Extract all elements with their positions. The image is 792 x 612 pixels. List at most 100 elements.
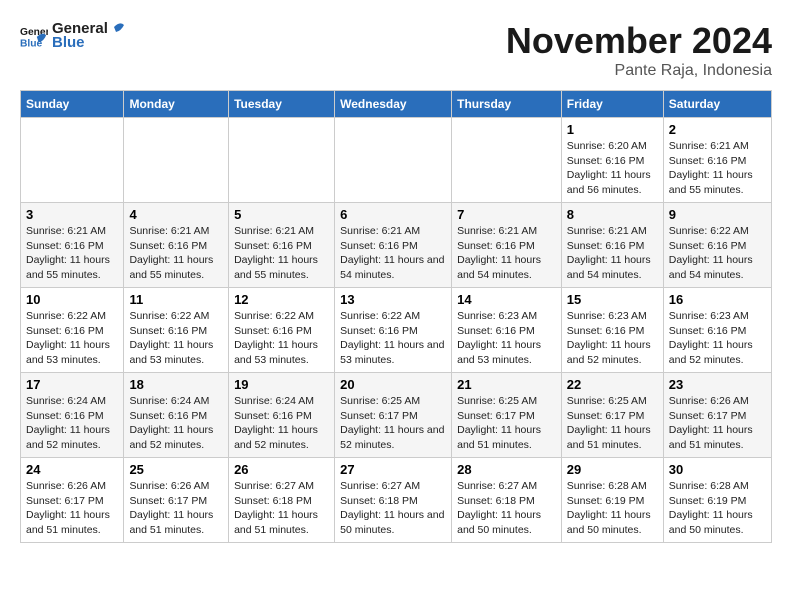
day-number: 11 — [129, 292, 223, 307]
day-number: 23 — [669, 377, 766, 392]
title-area: November 2024 Pante Raja, Indonesia — [506, 20, 772, 80]
day-info: Sunrise: 6:22 AM Sunset: 6:16 PM Dayligh… — [26, 309, 118, 368]
day-info: Sunrise: 6:23 AM Sunset: 6:16 PM Dayligh… — [457, 309, 556, 368]
day-info: Sunrise: 6:22 AM Sunset: 6:16 PM Dayligh… — [234, 309, 329, 368]
day-number: 10 — [26, 292, 118, 307]
day-info: Sunrise: 6:22 AM Sunset: 6:16 PM Dayligh… — [129, 309, 223, 368]
calendar-cell: 8 Sunrise: 6:21 AM Sunset: 6:16 PM Daylig… — [561, 203, 663, 288]
day-info: Sunrise: 6:25 AM Sunset: 6:17 PM Dayligh… — [567, 394, 658, 453]
day-info: Sunrise: 6:27 AM Sunset: 6:18 PM Dayligh… — [234, 479, 329, 538]
day-info: Sunrise: 6:24 AM Sunset: 6:16 PM Dayligh… — [129, 394, 223, 453]
logo-icon: General Blue — [20, 22, 48, 50]
day-number: 28 — [457, 462, 556, 477]
day-number: 24 — [26, 462, 118, 477]
calendar-cell: 27Sunrise: 6:27 AM Sunset: 6:18 PM Dayli… — [335, 458, 452, 543]
day-info: Sunrise: 6:23 AM Sunset: 6:16 PM Dayligh… — [669, 309, 766, 368]
day-info: Sunrise: 6:28 AM Sunset: 6:19 PM Dayligh… — [567, 479, 658, 538]
calendar-cell: 16Sunrise: 6:23 AM Sunset: 6:16 PM Dayli… — [663, 288, 771, 373]
calendar-cell: 14 Sunrise: 6:23 AM Sunset: 6:16 PM Dayli… — [452, 288, 562, 373]
day-info: Sunrise: 6:22 AM Sunset: 6:16 PM Dayligh… — [340, 309, 446, 368]
day-number: 1 — [567, 122, 658, 137]
calendar-cell: 30 Sunrise: 6:28 AM Sunset: 6:19 PM Dayli… — [663, 458, 771, 543]
day-info: Sunrise: 6:20 AM Sunset: 6:16 PM Dayligh… — [567, 139, 658, 198]
day-info: Sunrise: 6:22 AM Sunset: 6:16 PM Dayligh… — [669, 224, 766, 283]
day-info: Sunrise: 6:26 AM Sunset: 6:17 PM Dayligh… — [669, 394, 766, 453]
day-info: Sunrise: 6:24 AM Sunset: 6:16 PM Dayligh… — [26, 394, 118, 453]
day-number: 19 — [234, 377, 329, 392]
day-number: 29 — [567, 462, 658, 477]
calendar-cell: 7Sunrise: 6:21 AM Sunset: 6:16 PM Daylig… — [452, 203, 562, 288]
day-number: 21 — [457, 377, 556, 392]
calendar-cell: 25 Sunrise: 6:26 AM Sunset: 6:17 PM Dayli… — [124, 458, 229, 543]
calendar-cell: 3 Sunrise: 6:21 AM Sunset: 6:16 PM Daylig… — [21, 203, 124, 288]
calendar-cell: 22Sunrise: 6:25 AM Sunset: 6:17 PM Dayli… — [561, 373, 663, 458]
calendar-week-row: 3 Sunrise: 6:21 AM Sunset: 6:16 PM Daylig… — [21, 203, 772, 288]
day-number: 30 — [669, 462, 766, 477]
calendar-table: SundayMondayTuesdayWednesdayThursdayFrid… — [20, 90, 772, 543]
day-info: Sunrise: 6:21 AM Sunset: 6:16 PM Dayligh… — [669, 139, 766, 198]
calendar-cell: 15 Sunrise: 6:23 AM Sunset: 6:16 PM Dayli… — [561, 288, 663, 373]
page-header: General Blue General Blue November 2024 … — [20, 20, 772, 80]
calendar-cell: 9 Sunrise: 6:22 AM Sunset: 6:16 PM Daylig… — [663, 203, 771, 288]
day-number: 27 — [340, 462, 446, 477]
day-info: Sunrise: 6:26 AM Sunset: 6:17 PM Dayligh… — [129, 479, 223, 538]
calendar-cell: 13 Sunrise: 6:22 AM Sunset: 6:16 PM Dayli… — [335, 288, 452, 373]
weekday-header-sunday: Sunday — [21, 91, 124, 118]
calendar-cell: 2 Sunrise: 6:21 AM Sunset: 6:16 PM Daylig… — [663, 118, 771, 203]
day-number: 14 — [457, 292, 556, 307]
day-number: 9 — [669, 207, 766, 222]
calendar-cell: 19 Sunrise: 6:24 AM Sunset: 6:16 PM Dayli… — [229, 373, 335, 458]
day-info: Sunrise: 6:25 AM Sunset: 6:17 PM Dayligh… — [457, 394, 556, 453]
calendar-cell: 5Sunrise: 6:21 AM Sunset: 6:16 PM Daylig… — [229, 203, 335, 288]
weekday-header-monday: Monday — [124, 91, 229, 118]
day-info: Sunrise: 6:21 AM Sunset: 6:16 PM Dayligh… — [234, 224, 329, 283]
day-info: Sunrise: 6:21 AM Sunset: 6:16 PM Dayligh… — [129, 224, 223, 283]
day-number: 3 — [26, 207, 118, 222]
day-number: 8 — [567, 207, 658, 222]
logo: General Blue General Blue — [20, 20, 126, 51]
day-info: Sunrise: 6:26 AM Sunset: 6:17 PM Dayligh… — [26, 479, 118, 538]
svg-text:Blue: Blue — [20, 38, 43, 49]
calendar-cell — [124, 118, 229, 203]
calendar-cell: 24 Sunrise: 6:26 AM Sunset: 6:17 PM Dayli… — [21, 458, 124, 543]
day-info: Sunrise: 6:21 AM Sunset: 6:16 PM Dayligh… — [567, 224, 658, 283]
day-info: Sunrise: 6:23 AM Sunset: 6:16 PM Dayligh… — [567, 309, 658, 368]
day-number: 18 — [129, 377, 223, 392]
day-number: 20 — [340, 377, 446, 392]
calendar-cell — [335, 118, 452, 203]
weekday-header-thursday: Thursday — [452, 91, 562, 118]
day-info: Sunrise: 6:25 AM Sunset: 6:17 PM Dayligh… — [340, 394, 446, 453]
page-title: November 2024 — [506, 20, 772, 62]
weekday-header-wednesday: Wednesday — [335, 91, 452, 118]
calendar-cell: 21 Sunrise: 6:25 AM Sunset: 6:17 PM Dayli… — [452, 373, 562, 458]
day-number: 6 — [340, 207, 446, 222]
calendar-cell: 18 Sunrise: 6:24 AM Sunset: 6:16 PM Dayli… — [124, 373, 229, 458]
calendar-cell — [21, 118, 124, 203]
calendar-cell: 6 Sunrise: 6:21 AM Sunset: 6:16 PM Daylig… — [335, 203, 452, 288]
day-info: Sunrise: 6:21 AM Sunset: 6:16 PM Dayligh… — [340, 224, 446, 283]
day-number: 15 — [567, 292, 658, 307]
day-number: 12 — [234, 292, 329, 307]
day-number: 17 — [26, 377, 118, 392]
calendar-cell: 11 Sunrise: 6:22 AM Sunset: 6:16 PM Dayli… — [124, 288, 229, 373]
calendar-cell: 29 Sunrise: 6:28 AM Sunset: 6:19 PM Dayli… — [561, 458, 663, 543]
day-number: 2 — [669, 122, 766, 137]
calendar-cell: 26Sunrise: 6:27 AM Sunset: 6:18 PM Dayli… — [229, 458, 335, 543]
calendar-week-row: 10 Sunrise: 6:22 AM Sunset: 6:16 PM Dayli… — [21, 288, 772, 373]
day-info: Sunrise: 6:21 AM Sunset: 6:16 PM Dayligh… — [26, 224, 118, 283]
page-subtitle: Pante Raja, Indonesia — [506, 62, 772, 80]
calendar-cell: 4 Sunrise: 6:21 AM Sunset: 6:16 PM Daylig… — [124, 203, 229, 288]
day-info: Sunrise: 6:24 AM Sunset: 6:16 PM Dayligh… — [234, 394, 329, 453]
logo-bird-icon — [104, 19, 126, 41]
calendar-cell: 23 Sunrise: 6:26 AM Sunset: 6:17 PM Dayli… — [663, 373, 771, 458]
day-number: 13 — [340, 292, 446, 307]
calendar-cell: 17 Sunrise: 6:24 AM Sunset: 6:16 PM Dayli… — [21, 373, 124, 458]
calendar-week-row: 17 Sunrise: 6:24 AM Sunset: 6:16 PM Dayli… — [21, 373, 772, 458]
calendar-cell: 10 Sunrise: 6:22 AM Sunset: 6:16 PM Dayli… — [21, 288, 124, 373]
day-info: Sunrise: 6:28 AM Sunset: 6:19 PM Dayligh… — [669, 479, 766, 538]
weekday-header-row: SundayMondayTuesdayWednesdayThursdayFrid… — [21, 91, 772, 118]
day-number: 4 — [129, 207, 223, 222]
day-number: 25 — [129, 462, 223, 477]
calendar-week-row: 24 Sunrise: 6:26 AM Sunset: 6:17 PM Dayli… — [21, 458, 772, 543]
weekday-header-tuesday: Tuesday — [229, 91, 335, 118]
